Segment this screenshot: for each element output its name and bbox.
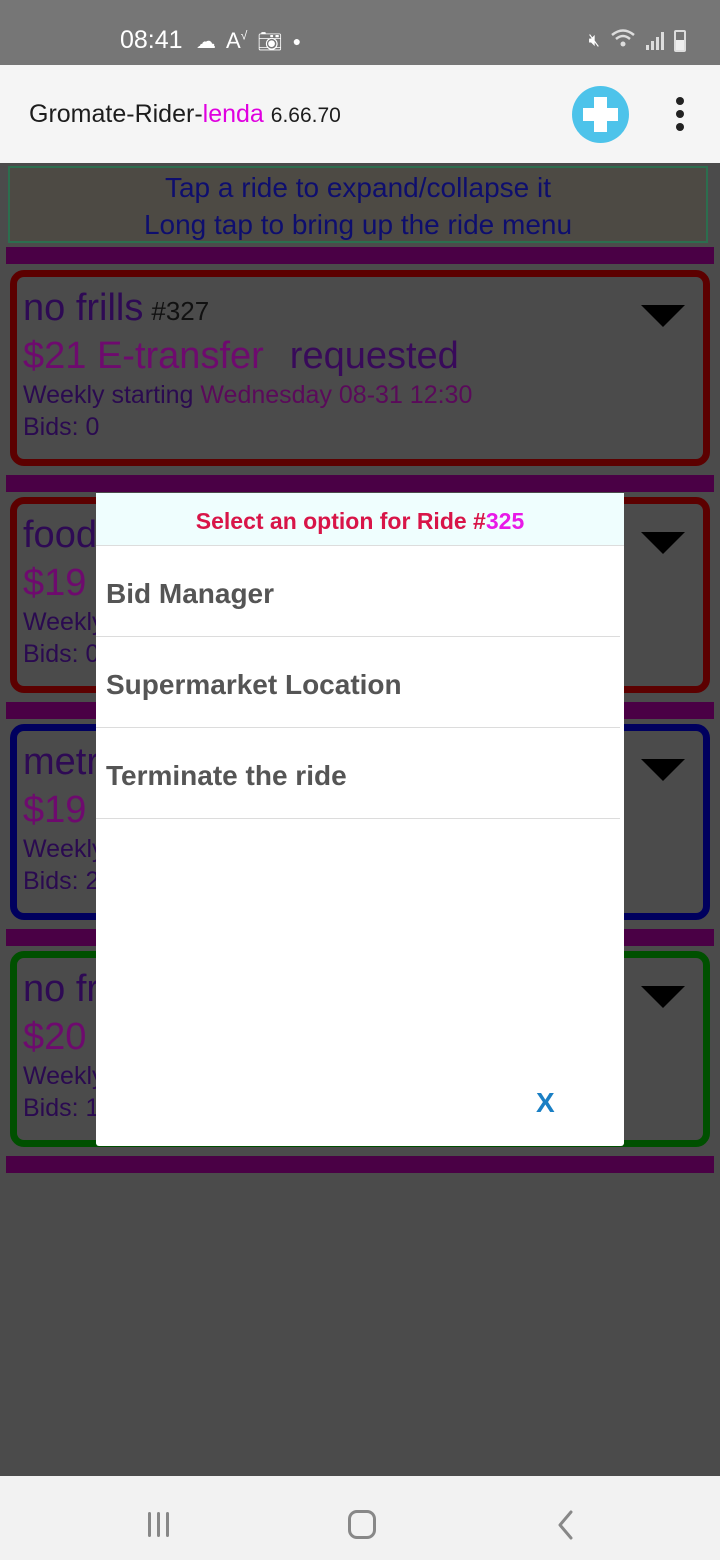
signal-icon [646, 31, 664, 50]
ride-name-row: no frills #327 [23, 287, 209, 330]
more-vert-icon [676, 97, 684, 105]
app-version: 6.66.70 [270, 104, 341, 127]
ride-name: no fr [23, 968, 100, 1010]
dialog-ride-number: 325 [485, 508, 525, 534]
schedule-date: Wednesday 08-31 12:30 [200, 381, 473, 409]
app-bar: Gromate-Rider-lenda 6.66.70 [0, 65, 720, 163]
expand-chevron-icon[interactable] [641, 759, 685, 781]
ride-bids: Bids: 2 [23, 867, 100, 895]
app-title-accent: lenda [202, 100, 264, 128]
app-title-prefix: Gromate-Rider- [29, 100, 203, 128]
ride-status: requested [289, 335, 459, 377]
status-left-icons: ☁ A√ 📷︎ ● [196, 28, 301, 54]
ride-number: #327 [151, 296, 210, 326]
hint-box: Tap a ride to expand/collapse it Long ta… [8, 166, 708, 243]
font-size-icon: A√ [226, 28, 248, 53]
hint-line-1: Tap a ride to expand/collapse it [164, 172, 552, 203]
status-time: 08:41 [120, 26, 183, 54]
app-title: Gromate-Rider-lenda 6.66.70 [29, 100, 341, 129]
status-bar: 08:41 ☁ A√ 📷︎ ● 🔇︎ [0, 0, 720, 65]
ride-options-dialog: Select an option for Ride #325 Bid Manag… [96, 493, 624, 1146]
mute-icon: 🔇︎ [588, 30, 600, 50]
status-right-icons: 🔇︎ [589, 28, 686, 53]
recents-icon-bar [166, 1512, 169, 1537]
option-supermarket-location[interactable]: Supermarket Location [96, 637, 620, 728]
add-ride-button[interactable] [572, 86, 629, 143]
dialog-close-button[interactable]: X [536, 1087, 555, 1119]
ride-name: metr [23, 741, 99, 783]
recents-icon-bar [157, 1512, 160, 1537]
expand-chevron-icon[interactable] [641, 305, 685, 327]
option-terminate-ride[interactable]: Terminate the ride [96, 728, 620, 819]
expand-chevron-icon[interactable] [641, 532, 685, 554]
system-nav-bar [0, 1476, 720, 1560]
ride-schedule: Weekly [23, 1062, 105, 1090]
ride-price: $19 [23, 789, 87, 831]
ride-price-row: $21 E-transfer requested [23, 335, 459, 378]
more-vert-dot [676, 123, 684, 131]
more-options-button[interactable] [670, 97, 690, 131]
ride-bids: Bids: 0 [23, 640, 100, 668]
back-icon [558, 1510, 573, 1540]
ride-schedule: Weekly [23, 608, 105, 636]
home-button[interactable] [348, 1510, 376, 1539]
back-button[interactable] [557, 1510, 575, 1540]
ride-price: $21 E-transfer [23, 335, 264, 377]
dialog-title-prefix: Select an option for Ride # [195, 508, 486, 534]
cloud-icon: ☁ [196, 30, 216, 53]
recents-icon [148, 1512, 151, 1537]
ride-card[interactable]: no frills #327 $21 E-transfer requested We… [10, 270, 710, 466]
option-bid-manager[interactable]: Bid Manager [96, 546, 620, 637]
expand-chevron-icon[interactable] [641, 986, 685, 1008]
hint-line-2: Long tap to bring up the ride menu [143, 209, 573, 240]
ride-bids: Bids: 1 [23, 1094, 100, 1122]
dialog-title: Select an option for Ride #325 [96, 493, 624, 546]
schedule-prefix: Weekly starting [23, 381, 194, 409]
separator [6, 1156, 714, 1173]
ride-price: $19 [23, 562, 87, 604]
more-vert-dot [676, 110, 684, 118]
wifi-icon [610, 28, 636, 53]
recents-button[interactable] [148, 1512, 169, 1537]
separator [6, 247, 714, 264]
ride-schedule: Weekly [23, 835, 105, 863]
separator [6, 475, 714, 492]
battery-icon [674, 29, 686, 52]
ride-name: food [23, 514, 97, 556]
screenshot-icon: 📷︎ [257, 30, 283, 53]
ride-price: $20 [23, 1016, 87, 1058]
ride-bids: Bids: 0 [23, 413, 100, 441]
ride-schedule: Weekly starting Wednesday 08-31 12:30 [23, 381, 472, 410]
ride-name: no frills [23, 287, 144, 329]
dot-icon: ● [292, 33, 302, 49]
